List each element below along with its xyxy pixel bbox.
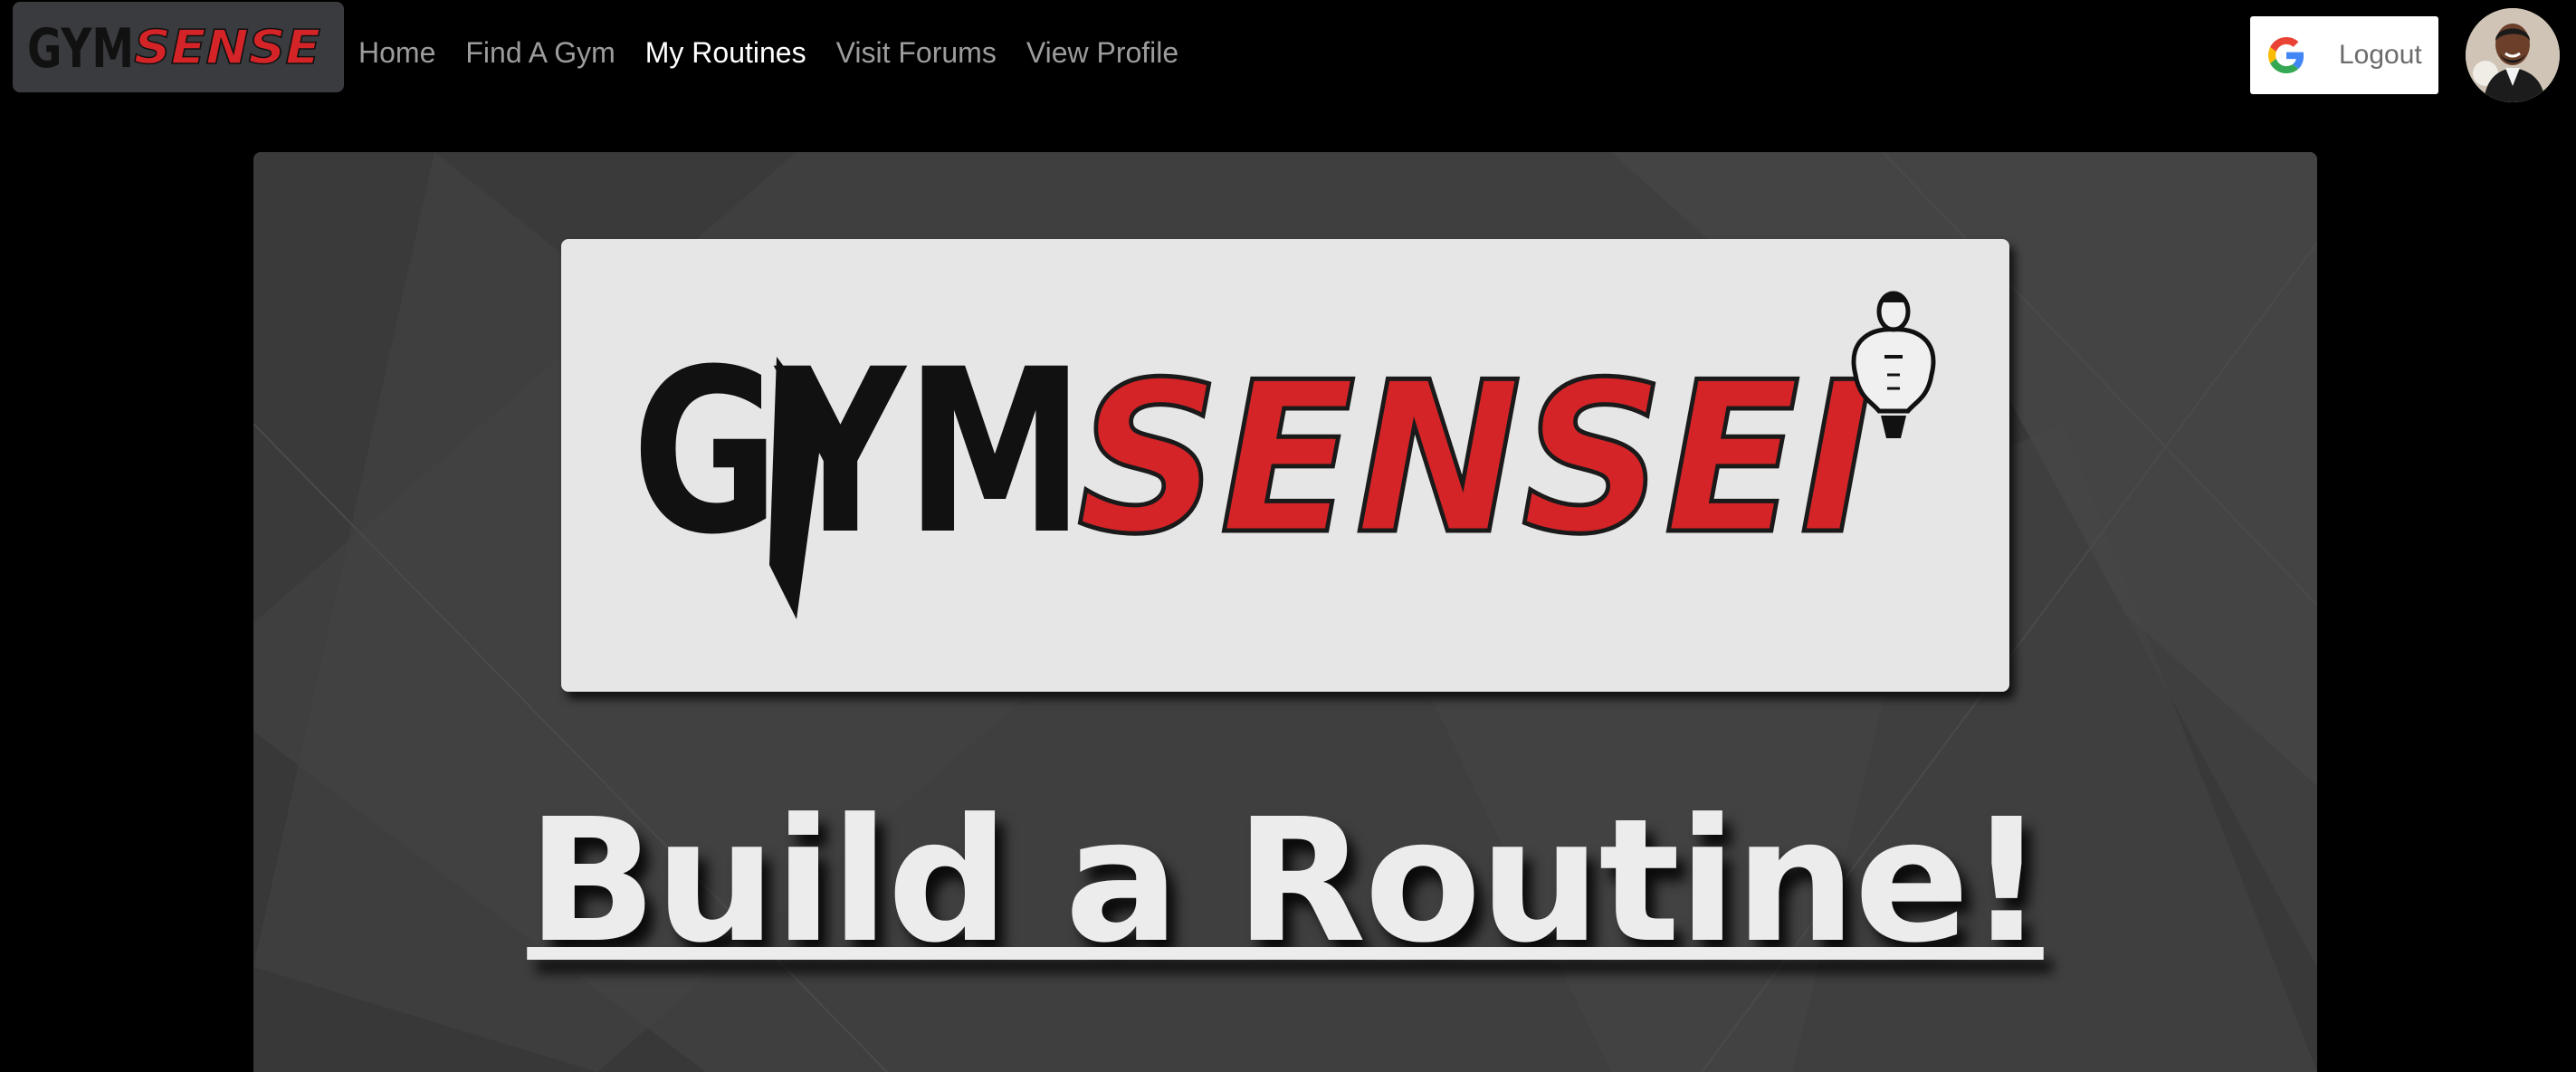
main-nav: Home Find A Gym My Routines Visit Forums… xyxy=(358,29,1208,76)
logout-label: Logout xyxy=(2339,40,2422,70)
top-navbar: GYM SENSE Home Find A Gym My Routines Vi… xyxy=(0,0,2576,127)
nav-view-profile[interactable]: View Profile xyxy=(1026,29,1178,76)
gymsensei-logo: GYM SENSEI xyxy=(632,291,1936,619)
hero-section: GYM SENSEI Build a Routine! xyxy=(253,152,2317,1072)
page-title: Build a Routine! xyxy=(527,782,2046,981)
nav-find-a-gym[interactable]: Find A Gym xyxy=(465,29,615,76)
gymsensei-logo-card: GYM SENSEI xyxy=(561,239,2009,692)
nav-visit-forums[interactable]: Visit Forums xyxy=(836,29,997,76)
nav-home[interactable]: Home xyxy=(358,29,435,76)
logo-text-sensei-large: SENSEI xyxy=(1077,339,1874,580)
logo-text-gym-large: GYM xyxy=(632,321,1084,584)
gymsense-logo: GYM SENSE xyxy=(27,17,321,81)
logo-text-gym: GYM xyxy=(27,17,134,81)
google-icon xyxy=(2268,37,2304,73)
logo-text-sense: SENSE xyxy=(134,21,320,75)
nav-my-routines[interactable]: My Routines xyxy=(645,29,806,76)
avatar-image xyxy=(2466,8,2560,102)
google-logout-button[interactable]: Logout xyxy=(2250,16,2438,94)
user-avatar[interactable] xyxy=(2466,8,2560,102)
brand-logo-link[interactable]: GYM SENSE xyxy=(13,2,344,92)
page-title-wrapper: Build a Routine! xyxy=(253,791,2317,972)
